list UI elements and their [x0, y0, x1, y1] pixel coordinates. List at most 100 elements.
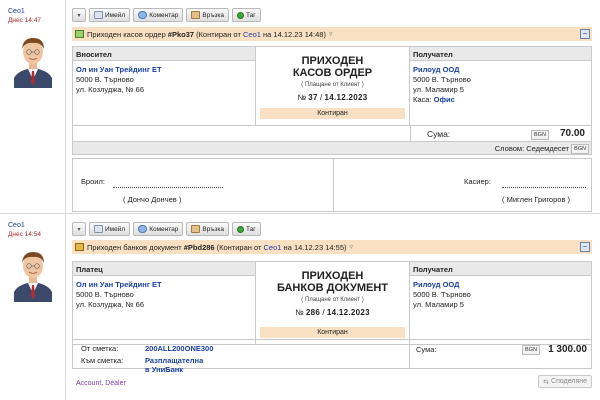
number-prefix: №: [297, 93, 307, 102]
from-account-link[interactable]: 200ALL200ONE300: [145, 344, 213, 353]
chevron-down-icon[interactable]: ▿: [350, 243, 354, 251]
document-number-line: № 286 / 14.12.2023: [256, 308, 409, 317]
status-prefix: (Контиран от: [216, 242, 262, 252]
payer-signature-label: Броил:: [81, 177, 105, 186]
document-header-bar: Приходен касов ордер #Pko37 (Контиран от…: [72, 27, 592, 41]
chevron-down-icon: ▾: [77, 12, 81, 19]
document-title-line1: ПРИХОДЕН: [301, 55, 364, 67]
document-number: 286: [305, 308, 321, 317]
cashier-signature-name: ( Миглен Григоров ): [502, 195, 571, 204]
payer-address-line1: 5000 В. Търново: [76, 290, 134, 299]
document-number-line: № 37 / 14.12.2023: [256, 93, 409, 102]
collapse-button[interactable]: −: [580, 242, 590, 252]
document-title-column: ПРИХОДЕН КАСОВ ОРДЕР ( Плащане от Клиент…: [256, 47, 410, 125]
recipient-name-link[interactable]: Рилоуд ООД: [413, 65, 588, 75]
signatures: Броил: ( Дончо Дончев ) Касиер: ( Миглен…: [72, 158, 592, 212]
share-icon: ⇆: [543, 378, 550, 386]
recipient-address-line2: ул. Маламир 5: [413, 85, 464, 94]
collapse-button[interactable]: −: [580, 29, 590, 39]
bank-document-icon: [75, 243, 84, 251]
author-link[interactable]: Ceo1: [8, 222, 25, 229]
link-button-label: Връзка: [202, 11, 225, 19]
number-prefix: №: [295, 308, 304, 317]
cash-order-icon: [75, 30, 84, 38]
status-prefix: (Контиран от: [196, 29, 241, 39]
share-button-label: Споделяне: [551, 378, 587, 385]
accounts-cell: От сметка: 200ALL200ONE300 Към сметка: Р…: [73, 340, 410, 374]
recipient-name-link[interactable]: Рилоуд ООД: [413, 280, 588, 290]
posted-by-user-link[interactable]: Ceo1: [264, 243, 282, 252]
tag-dealer-link[interactable]: Dealer: [105, 380, 126, 387]
cash-desk-link[interactable]: Офис: [434, 95, 455, 104]
document-title: ПРИХОДЕН КАСОВ ОРДЕР: [256, 55, 409, 79]
document-subtitle: ( Плащане от Клиент ): [301, 297, 364, 303]
document-body: Платец Ол ин Уан Трейдинг ЕТ 5000 В. Тър…: [72, 261, 592, 345]
entry-toolbar: ▾ Имейл Коментар Връзка Таг: [72, 8, 261, 22]
document-type: Приходен касов ордер: [87, 29, 166, 39]
status-badge: Контиран: [260, 108, 405, 119]
payer-name-link[interactable]: Ол ин Уан Трейдинг ЕТ: [76, 280, 252, 290]
comment-button-label: Коментар: [149, 225, 179, 233]
comment-button[interactable]: Коментар: [133, 8, 184, 22]
comment-icon: [138, 11, 148, 19]
document-title-column: ПРИХОДЕН БАНКОВ ДОКУМЕНТ ( Плащане от Кл…: [256, 262, 410, 344]
tag-account-link[interactable]: Account: [76, 380, 101, 387]
tag-icon: [237, 225, 245, 233]
tag-separator: ,: [101, 380, 104, 387]
document-type: Приходен банков документ: [87, 242, 182, 252]
signature-line: [502, 187, 586, 188]
author-link[interactable]: Ceo1: [8, 8, 25, 15]
share-button[interactable]: ⇆ Споделяне: [538, 375, 592, 388]
tags-footer: Account, Dealer: [76, 380, 126, 387]
post-date: Днес 14:54: [8, 231, 41, 238]
payer-signature-name: ( Дончо Дончев ): [123, 195, 182, 204]
entry-toolbar: ▾ Имейл Коментар Връзка Таг: [72, 222, 261, 236]
posted-by-user-link[interactable]: Ceo1: [243, 30, 261, 39]
toolbar-dropdown-button[interactable]: ▾: [72, 8, 86, 22]
recipient-header: Получател: [410, 47, 591, 61]
cashier-signature: Касиер: ( Миглен Григоров ): [333, 159, 593, 211]
link-button[interactable]: Връзка: [186, 222, 230, 236]
document-number-link[interactable]: #Pbd286: [184, 243, 215, 252]
link-button[interactable]: Връзка: [186, 8, 230, 22]
email-button-label: Имейл: [105, 225, 126, 233]
payer-name-link[interactable]: Ол ин Уан Трейдинг ЕТ: [76, 65, 252, 75]
to-account-label: Към сметка:: [81, 356, 124, 365]
to-account: Към сметка: Разплащателна в УниБанк: [81, 356, 203, 374]
comment-icon: [138, 225, 148, 233]
link-icon: [191, 225, 201, 233]
document-title-line1: ПРИХОДЕН: [301, 270, 364, 282]
tag-button[interactable]: Таг: [232, 8, 261, 22]
number-separator: /: [322, 308, 325, 317]
currency-badge: BGN: [522, 345, 540, 355]
tag-button-label: Таг: [246, 11, 256, 19]
currency-badge: BGN: [571, 144, 589, 154]
chevron-down-icon[interactable]: ▿: [329, 30, 333, 38]
document-date: 14.12.2023: [326, 308, 370, 317]
email-button[interactable]: Имейл: [89, 8, 131, 22]
to-account-link[interactable]: Разплащателна в УниБанк: [145, 356, 203, 374]
bank-accounts-row: От сметка: 200ALL200ONE300 Към сметка: Р…: [72, 339, 592, 374]
sum-value: 1 300.00: [548, 344, 587, 355]
document-number-link[interactable]: #Pko37: [168, 30, 194, 39]
email-button[interactable]: Имейл: [89, 222, 131, 236]
email-icon: [94, 11, 103, 19]
toolbar-dropdown-button[interactable]: ▾: [72, 222, 86, 236]
document-number: 37: [308, 93, 318, 102]
cash-desk-label: Каса:: [413, 95, 432, 104]
document-header-bar: Приходен банков документ #Pbd286 (Контир…: [72, 240, 592, 254]
comment-button-label: Коментар: [149, 11, 179, 19]
recipient-column: Получател Рилоуд ООД 5000 В. Търново ул.…: [410, 47, 591, 125]
cashier-signature-label: Касиер:: [464, 177, 491, 186]
sum-row: Сума: BGN 70.00: [72, 126, 592, 142]
thread-entry-cash-order: Ceo1 Днес 14:47 ▾ Имейл Коментар Връзка …: [0, 0, 600, 214]
payer-column: Платец Ол ин Уан Трейдинг ЕТ 5000 В. Тър…: [73, 262, 256, 344]
amount-in-words: Словом: Седемдесет: [494, 144, 569, 153]
amount-in-words-row: Словом: Седемдесет BGN: [72, 142, 592, 155]
comment-button[interactable]: Коментар: [133, 222, 184, 236]
recipient-address-line1: 5000 В. Търново: [413, 290, 471, 299]
document-title: ПРИХОДЕН БАНКОВ ДОКУМЕНТ: [256, 270, 409, 294]
tag-button[interactable]: Таг: [232, 222, 261, 236]
number-separator: /: [320, 93, 323, 102]
avatar: [8, 244, 58, 302]
